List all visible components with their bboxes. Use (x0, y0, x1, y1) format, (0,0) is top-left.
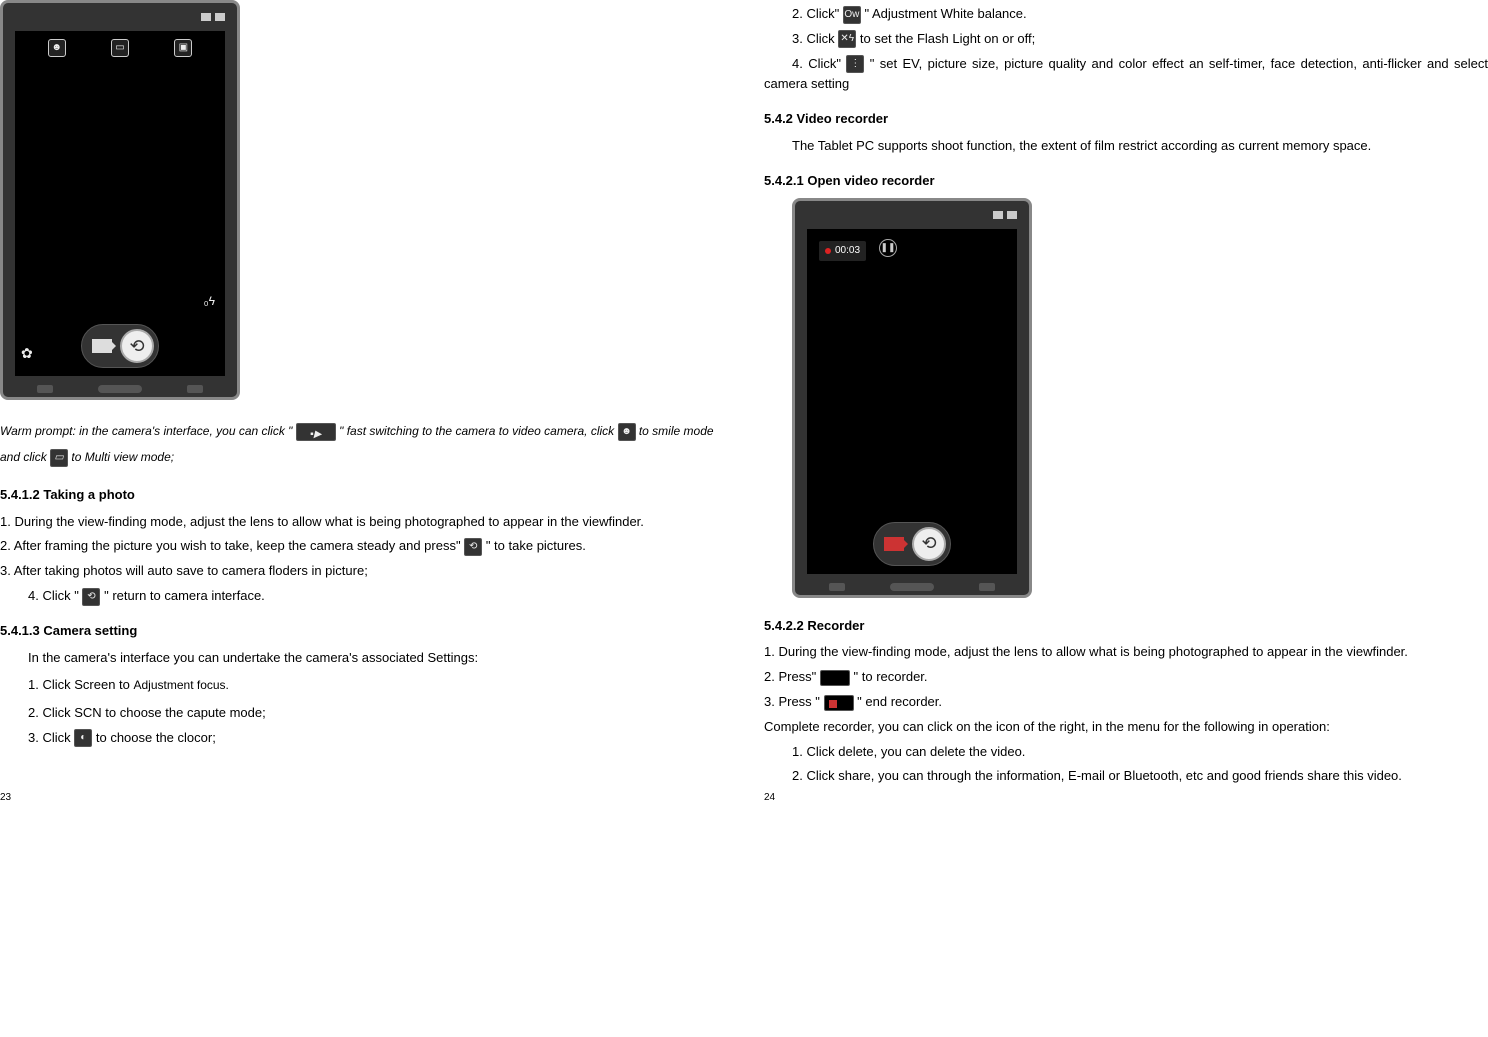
wb-inline-icon: Ow (843, 6, 861, 24)
rc3b: " end recorder. (857, 694, 942, 709)
camera-setting-1: 1. Click Screen to Adjustment focus. (28, 672, 714, 698)
cs-right-2: 2. Click" Ow " Adjustment White balance. (764, 4, 1488, 25)
recorder-op2: 2. Click share, you can through the info… (764, 766, 1488, 787)
taking-photo-step3: 3. After taking photos will auto save to… (0, 561, 714, 582)
page-number-right: 24 (764, 790, 775, 806)
flash-auto-icon: ₀ϟ (204, 292, 215, 311)
return-inline-icon: ⟲ (82, 588, 100, 606)
phone-hw-buttons (15, 382, 225, 396)
warm-a: Warm prompt: in the camera's interface, … (0, 424, 292, 438)
recorder-op1: 1. Click delete, you can delete the vide… (764, 742, 1488, 763)
warm-d: to Multi view mode; (71, 450, 174, 464)
r2b: " Adjustment White balance. (864, 6, 1026, 21)
cs-right-4: 4. Click" ⋮ " set EV, picture size, pict… (764, 54, 1488, 96)
pause-button-icon: ❚❚ (879, 239, 897, 257)
recorder-screen: 00:03 ❚❚ ⟲ (807, 229, 1017, 574)
phone-status-bar-2 (807, 211, 1017, 223)
step2-b: " to take pictures. (486, 538, 586, 553)
camera-screenshot: ☻ ▭ ▣ ₀ϟ ⟲ ✿ (0, 0, 240, 400)
phone-status-bar (15, 13, 225, 25)
camera-screen: ☻ ▭ ▣ ₀ϟ ⟲ ✿ (15, 31, 225, 376)
recorder-step1: 1. During the view-finding mode, adjust … (764, 642, 1488, 663)
rc2b: " to recorder. (854, 669, 928, 684)
video-switch-icon (92, 339, 112, 353)
r3a: 3. Click (792, 31, 838, 46)
record-dot-icon (825, 248, 831, 254)
multiview-icon: ▭ (111, 39, 129, 57)
capture-bar-video: ⟲ (873, 522, 951, 566)
r4b: " set EV, picture size, picture quality … (764, 56, 1488, 92)
record-start-inline-icon (820, 670, 850, 686)
rec-time-value: 00:03 (835, 243, 860, 259)
shutter-button-icon: ⟲ (120, 329, 154, 363)
recorder-step3: 3. Press " " end recorder. (764, 692, 1488, 713)
recorder-step2: 2. Press" " to recorder. (764, 667, 1488, 688)
r4a: 4. Click" (764, 56, 841, 71)
video-recorder-intro: The Tablet PC supports shoot function, t… (764, 136, 1488, 157)
cs-right-3: 3. Click ✕ϟ to set the Flash Light on or… (764, 29, 1488, 50)
cs4a: 3. Click (28, 730, 74, 745)
rc2a: 2. Press" (764, 669, 820, 684)
cs2b: Adjustment focus. (134, 678, 229, 692)
video-switch-inline-icon: ▪▶ (296, 423, 336, 441)
shutter-inline-icon: ⟲ (464, 538, 482, 556)
warm-b: " fast switching to the camera to video … (339, 424, 617, 438)
page-number-left: 23 (0, 790, 11, 806)
heading-5421: 5.4.2.1 Open video recorder (764, 171, 1488, 192)
step4-b: " return to camera interface. (104, 588, 265, 603)
step4-a: 4. Click " (28, 588, 79, 603)
smile-mode-icon: ☻ (48, 39, 66, 57)
camera-top-icons: ☻ ▭ ▣ (15, 39, 225, 57)
page-left: ☻ ▭ ▣ ₀ϟ ⟲ ✿ Warm prompt: in the camera'… (0, 0, 744, 811)
smile-inline-icon: ☻ (618, 423, 636, 441)
menu-inline-icon: ⋮ (846, 55, 864, 73)
video-recorder-screenshot: 00:03 ❚❚ ⟲ (792, 198, 1032, 598)
step2-a: 2. After framing the picture you wish to… (0, 538, 464, 553)
warm-prompt: Warm prompt: in the camera's interface, … (0, 418, 714, 471)
recorder-complete: Complete recorder, you can click on the … (764, 717, 1488, 738)
recording-time: 00:03 (819, 241, 866, 261)
multiview-inline-icon: ▭ (50, 449, 68, 467)
record-end-inline-icon (824, 695, 854, 711)
r2a: 2. Click" (792, 6, 839, 21)
record-button-icon (884, 537, 904, 551)
heading-542: 5.4.2 Video recorder (764, 109, 1488, 130)
cs2a: 1. Click Screen to (28, 677, 134, 692)
page-right: 2. Click" Ow " Adjustment White balance.… (744, 0, 1488, 811)
camera-setting-2: 2. Click SCN to choose the capute mode; (28, 703, 714, 724)
phone-hw-buttons-2 (807, 580, 1017, 594)
r3b: to set the Flash Light on or off; (860, 31, 1035, 46)
heading-5422: 5.4.2.2 Recorder (764, 616, 1488, 637)
rc3a: 3. Press " (764, 694, 820, 709)
rc6: 2. Click share, you can through the info… (764, 768, 1402, 783)
heading-5412: 5.4.1.2 Taking a photo (0, 485, 714, 506)
vr1: The Tablet PC supports shoot function, t… (764, 138, 1371, 153)
flash-inline-icon: ✕ϟ (838, 30, 856, 48)
gallery-icon: ▣ (174, 39, 192, 57)
color-inline-icon: ◐ (74, 729, 92, 747)
cs4b: to choose the clocor; (96, 730, 216, 745)
taking-photo-step1: 1. During the view-finding mode, adjust … (0, 512, 714, 533)
taking-photo-step2: 2. After framing the picture you wish to… (0, 536, 714, 557)
capture-bar: ⟲ (81, 324, 159, 368)
camera-setting-3: 3. Click ◐ to choose the clocor; (28, 728, 714, 749)
camera-setting-intro: In the camera's interface you can undert… (28, 648, 714, 669)
settings-gear-icon: ✿ (21, 342, 33, 364)
heading-5413: 5.4.1.3 Camera setting (0, 621, 714, 642)
shutter-button-icon-2: ⟲ (912, 527, 946, 561)
taking-photo-step4: 4. Click " ⟲ " return to camera interfac… (0, 586, 714, 607)
